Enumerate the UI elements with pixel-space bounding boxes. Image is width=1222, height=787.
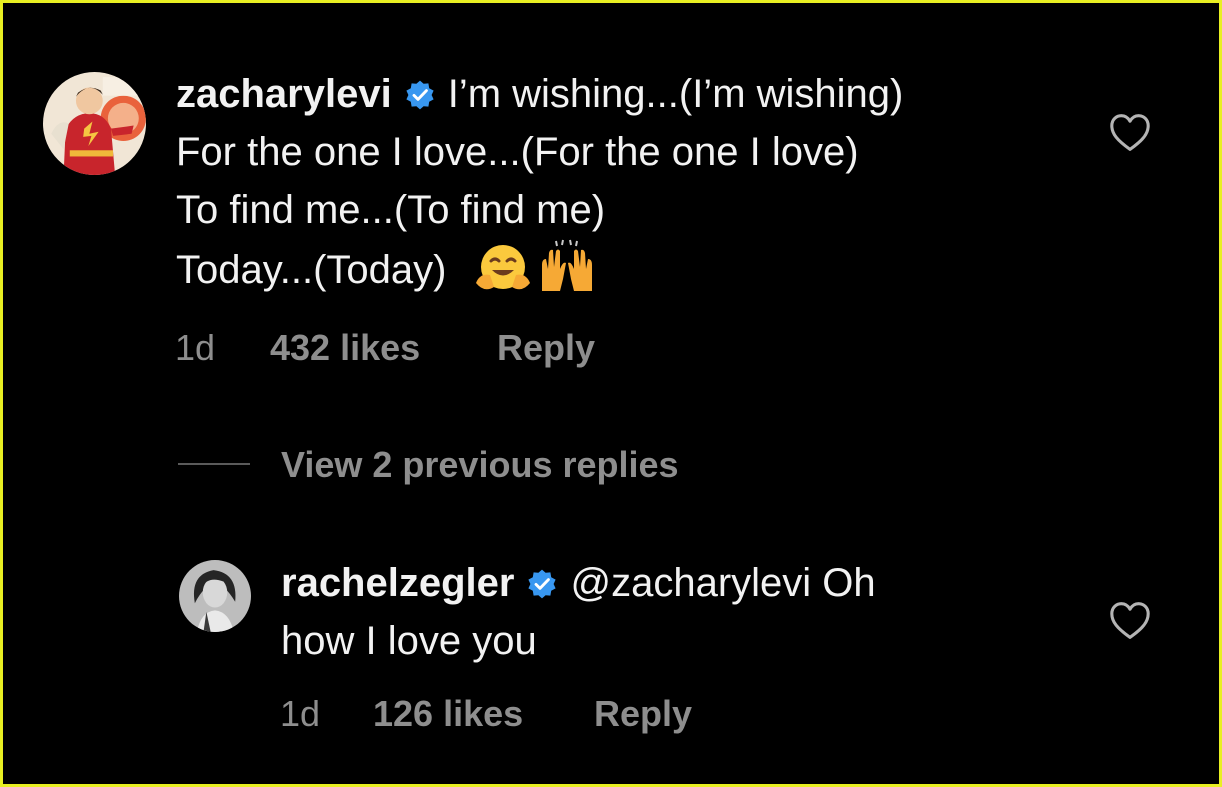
verified-badge-icon (404, 79, 436, 111)
comment-text-line: For the one I love...(For the one I love… (176, 130, 859, 174)
comment-line: rachelzegler @zacharylevi Oh (281, 554, 876, 612)
reply-button[interactable]: Reply (497, 327, 595, 369)
likes-label[interactable]: 432 likes (270, 327, 420, 368)
raising-hands-emoji (536, 239, 598, 293)
comment-text-line: To find me...(To find me) (176, 188, 606, 232)
comment-line: Today...(Today) (176, 239, 903, 299)
comment-username[interactable]: rachelzegler (281, 561, 514, 605)
comment-text-line: @zacharylevi Oh (570, 561, 876, 605)
verified-badge-icon (526, 568, 558, 600)
reply-button[interactable]: Reply (594, 693, 692, 735)
hugging-face-emoji (474, 243, 532, 293)
reply-label[interactable]: Reply (594, 693, 692, 734)
comment-body: zacharylevi I’m wishing...(I’m wishing) F… (176, 65, 903, 299)
view-previous-replies-button[interactable]: View 2 previous replies (281, 444, 679, 486)
comment-line: zacharylevi I’m wishing...(I’m wishing) (176, 65, 903, 123)
heart-outline-icon[interactable] (1108, 113, 1152, 153)
reply-label[interactable]: Reply (497, 327, 595, 368)
comment-text-line: Today...(Today) (176, 248, 447, 292)
comment-timestamp: 1d (280, 693, 321, 734)
comment-likes-count[interactable]: 126 likes (373, 693, 523, 735)
avatar[interactable] (179, 560, 251, 632)
comment-timestamp: 1d (175, 327, 216, 368)
comment-meta: 1d (280, 693, 320, 735)
avatar[interactable] (43, 72, 146, 175)
likes-label[interactable]: 126 likes (373, 693, 523, 734)
comment-thread: zacharylevi I’m wishing...(I’m wishing) F… (3, 3, 1219, 784)
comment-username[interactable]: zacharylevi (176, 72, 392, 116)
comment-text-line: how I love you (281, 619, 537, 663)
comment-body: rachelzegler @zacharylevi Oh how I love y… (281, 554, 876, 670)
replies-divider (178, 463, 250, 465)
comment-meta: 1d (175, 327, 215, 369)
avatar-image (179, 560, 251, 632)
comment-text-line: I’m wishing...(I’m wishing) (447, 72, 904, 116)
avatar-image (43, 72, 146, 175)
comment-likes-count[interactable]: 432 likes (270, 327, 420, 369)
heart-outline-icon[interactable] (1108, 601, 1152, 641)
